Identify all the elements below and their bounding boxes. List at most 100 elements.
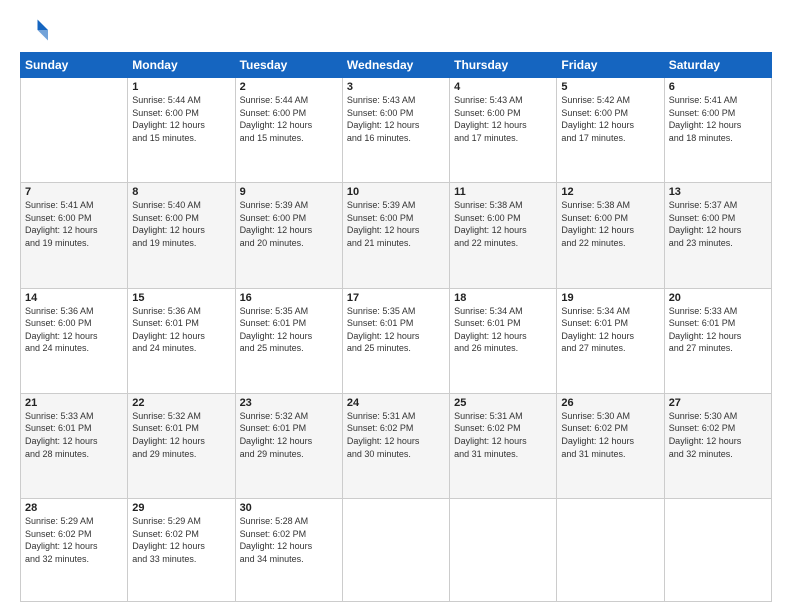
day-number: 11 bbox=[454, 186, 552, 198]
calendar-cell: 19Sunrise: 5:34 AM Sunset: 6:01 PM Dayli… bbox=[557, 288, 664, 393]
day-info: Sunrise: 5:30 AM Sunset: 6:02 PM Dayligh… bbox=[669, 410, 767, 460]
calendar-cell: 14Sunrise: 5:36 AM Sunset: 6:00 PM Dayli… bbox=[21, 288, 128, 393]
calendar-cell: 13Sunrise: 5:37 AM Sunset: 6:00 PM Dayli… bbox=[664, 183, 771, 288]
weekday-header-sunday: Sunday bbox=[21, 53, 128, 78]
day-number: 21 bbox=[25, 397, 123, 409]
day-info: Sunrise: 5:35 AM Sunset: 6:01 PM Dayligh… bbox=[347, 305, 445, 355]
day-info: Sunrise: 5:34 AM Sunset: 6:01 PM Dayligh… bbox=[454, 305, 552, 355]
calendar-cell: 27Sunrise: 5:30 AM Sunset: 6:02 PM Dayli… bbox=[664, 393, 771, 498]
calendar-cell: 9Sunrise: 5:39 AM Sunset: 6:00 PM Daylig… bbox=[235, 183, 342, 288]
calendar-cell: 28Sunrise: 5:29 AM Sunset: 6:02 PM Dayli… bbox=[21, 499, 128, 602]
calendar-week-2: 7Sunrise: 5:41 AM Sunset: 6:00 PM Daylig… bbox=[21, 183, 772, 288]
weekday-header-friday: Friday bbox=[557, 53, 664, 78]
day-number: 6 bbox=[669, 81, 767, 93]
weekday-header-wednesday: Wednesday bbox=[342, 53, 449, 78]
day-number: 17 bbox=[347, 292, 445, 304]
day-number: 8 bbox=[132, 186, 230, 198]
day-number: 27 bbox=[669, 397, 767, 409]
logo bbox=[20, 16, 52, 44]
calendar-cell: 29Sunrise: 5:29 AM Sunset: 6:02 PM Dayli… bbox=[128, 499, 235, 602]
calendar-cell: 24Sunrise: 5:31 AM Sunset: 6:02 PM Dayli… bbox=[342, 393, 449, 498]
day-info: Sunrise: 5:29 AM Sunset: 6:02 PM Dayligh… bbox=[132, 515, 230, 565]
calendar-cell: 3Sunrise: 5:43 AM Sunset: 6:00 PM Daylig… bbox=[342, 78, 449, 183]
calendar-cell bbox=[557, 499, 664, 602]
day-number: 22 bbox=[132, 397, 230, 409]
day-number: 23 bbox=[240, 397, 338, 409]
calendar-cell: 30Sunrise: 5:28 AM Sunset: 6:02 PM Dayli… bbox=[235, 499, 342, 602]
day-number: 29 bbox=[132, 502, 230, 514]
calendar-week-3: 14Sunrise: 5:36 AM Sunset: 6:00 PM Dayli… bbox=[21, 288, 772, 393]
day-info: Sunrise: 5:44 AM Sunset: 6:00 PM Dayligh… bbox=[240, 94, 338, 144]
day-number: 30 bbox=[240, 502, 338, 514]
day-info: Sunrise: 5:35 AM Sunset: 6:01 PM Dayligh… bbox=[240, 305, 338, 355]
calendar-cell: 18Sunrise: 5:34 AM Sunset: 6:01 PM Dayli… bbox=[450, 288, 557, 393]
calendar-cell: 12Sunrise: 5:38 AM Sunset: 6:00 PM Dayli… bbox=[557, 183, 664, 288]
day-number: 13 bbox=[669, 186, 767, 198]
calendar-cell: 6Sunrise: 5:41 AM Sunset: 6:00 PM Daylig… bbox=[664, 78, 771, 183]
day-number: 16 bbox=[240, 292, 338, 304]
day-number: 10 bbox=[347, 186, 445, 198]
day-info: Sunrise: 5:32 AM Sunset: 6:01 PM Dayligh… bbox=[132, 410, 230, 460]
day-info: Sunrise: 5:37 AM Sunset: 6:00 PM Dayligh… bbox=[669, 199, 767, 249]
day-info: Sunrise: 5:30 AM Sunset: 6:02 PM Dayligh… bbox=[561, 410, 659, 460]
calendar-cell: 26Sunrise: 5:30 AM Sunset: 6:02 PM Dayli… bbox=[557, 393, 664, 498]
calendar-cell: 10Sunrise: 5:39 AM Sunset: 6:00 PM Dayli… bbox=[342, 183, 449, 288]
calendar-page: SundayMondayTuesdayWednesdayThursdayFrid… bbox=[0, 0, 792, 612]
day-number: 1 bbox=[132, 81, 230, 93]
calendar-cell: 17Sunrise: 5:35 AM Sunset: 6:01 PM Dayli… bbox=[342, 288, 449, 393]
day-number: 18 bbox=[454, 292, 552, 304]
day-number: 28 bbox=[25, 502, 123, 514]
calendar-cell bbox=[450, 499, 557, 602]
day-number: 19 bbox=[561, 292, 659, 304]
calendar-cell: 11Sunrise: 5:38 AM Sunset: 6:00 PM Dayli… bbox=[450, 183, 557, 288]
day-number: 5 bbox=[561, 81, 659, 93]
day-number: 7 bbox=[25, 186, 123, 198]
calendar-cell bbox=[664, 499, 771, 602]
day-info: Sunrise: 5:43 AM Sunset: 6:00 PM Dayligh… bbox=[347, 94, 445, 144]
day-info: Sunrise: 5:39 AM Sunset: 6:00 PM Dayligh… bbox=[347, 199, 445, 249]
day-info: Sunrise: 5:29 AM Sunset: 6:02 PM Dayligh… bbox=[25, 515, 123, 565]
day-number: 20 bbox=[669, 292, 767, 304]
day-number: 9 bbox=[240, 186, 338, 198]
day-info: Sunrise: 5:40 AM Sunset: 6:00 PM Dayligh… bbox=[132, 199, 230, 249]
day-info: Sunrise: 5:43 AM Sunset: 6:00 PM Dayligh… bbox=[454, 94, 552, 144]
day-number: 12 bbox=[561, 186, 659, 198]
weekday-header-tuesday: Tuesday bbox=[235, 53, 342, 78]
day-info: Sunrise: 5:38 AM Sunset: 6:00 PM Dayligh… bbox=[561, 199, 659, 249]
day-number: 24 bbox=[347, 397, 445, 409]
day-number: 3 bbox=[347, 81, 445, 93]
day-info: Sunrise: 5:28 AM Sunset: 6:02 PM Dayligh… bbox=[240, 515, 338, 565]
day-info: Sunrise: 5:33 AM Sunset: 6:01 PM Dayligh… bbox=[669, 305, 767, 355]
calendar-cell: 2Sunrise: 5:44 AM Sunset: 6:00 PM Daylig… bbox=[235, 78, 342, 183]
calendar-cell: 7Sunrise: 5:41 AM Sunset: 6:00 PM Daylig… bbox=[21, 183, 128, 288]
calendar-cell: 16Sunrise: 5:35 AM Sunset: 6:01 PM Dayli… bbox=[235, 288, 342, 393]
weekday-header-saturday: Saturday bbox=[664, 53, 771, 78]
day-info: Sunrise: 5:34 AM Sunset: 6:01 PM Dayligh… bbox=[561, 305, 659, 355]
calendar-cell bbox=[342, 499, 449, 602]
calendar-week-4: 21Sunrise: 5:33 AM Sunset: 6:01 PM Dayli… bbox=[21, 393, 772, 498]
logo-icon bbox=[20, 16, 48, 44]
day-info: Sunrise: 5:36 AM Sunset: 6:00 PM Dayligh… bbox=[25, 305, 123, 355]
calendar-cell: 15Sunrise: 5:36 AM Sunset: 6:01 PM Dayli… bbox=[128, 288, 235, 393]
weekday-header-monday: Monday bbox=[128, 53, 235, 78]
weekday-header-thursday: Thursday bbox=[450, 53, 557, 78]
day-number: 25 bbox=[454, 397, 552, 409]
calendar-week-1: 1Sunrise: 5:44 AM Sunset: 6:00 PM Daylig… bbox=[21, 78, 772, 183]
calendar-cell: 1Sunrise: 5:44 AM Sunset: 6:00 PM Daylig… bbox=[128, 78, 235, 183]
calendar-cell: 8Sunrise: 5:40 AM Sunset: 6:00 PM Daylig… bbox=[128, 183, 235, 288]
day-info: Sunrise: 5:36 AM Sunset: 6:01 PM Dayligh… bbox=[132, 305, 230, 355]
day-info: Sunrise: 5:38 AM Sunset: 6:00 PM Dayligh… bbox=[454, 199, 552, 249]
header bbox=[20, 16, 772, 44]
day-info: Sunrise: 5:39 AM Sunset: 6:00 PM Dayligh… bbox=[240, 199, 338, 249]
day-info: Sunrise: 5:33 AM Sunset: 6:01 PM Dayligh… bbox=[25, 410, 123, 460]
calendar-cell: 22Sunrise: 5:32 AM Sunset: 6:01 PM Dayli… bbox=[128, 393, 235, 498]
day-info: Sunrise: 5:41 AM Sunset: 6:00 PM Dayligh… bbox=[25, 199, 123, 249]
day-info: Sunrise: 5:44 AM Sunset: 6:00 PM Dayligh… bbox=[132, 94, 230, 144]
calendar-cell: 5Sunrise: 5:42 AM Sunset: 6:00 PM Daylig… bbox=[557, 78, 664, 183]
calendar-body: 1Sunrise: 5:44 AM Sunset: 6:00 PM Daylig… bbox=[21, 78, 772, 602]
day-number: 14 bbox=[25, 292, 123, 304]
calendar-cell: 23Sunrise: 5:32 AM Sunset: 6:01 PM Dayli… bbox=[235, 393, 342, 498]
day-info: Sunrise: 5:32 AM Sunset: 6:01 PM Dayligh… bbox=[240, 410, 338, 460]
calendar-cell: 25Sunrise: 5:31 AM Sunset: 6:02 PM Dayli… bbox=[450, 393, 557, 498]
day-number: 15 bbox=[132, 292, 230, 304]
